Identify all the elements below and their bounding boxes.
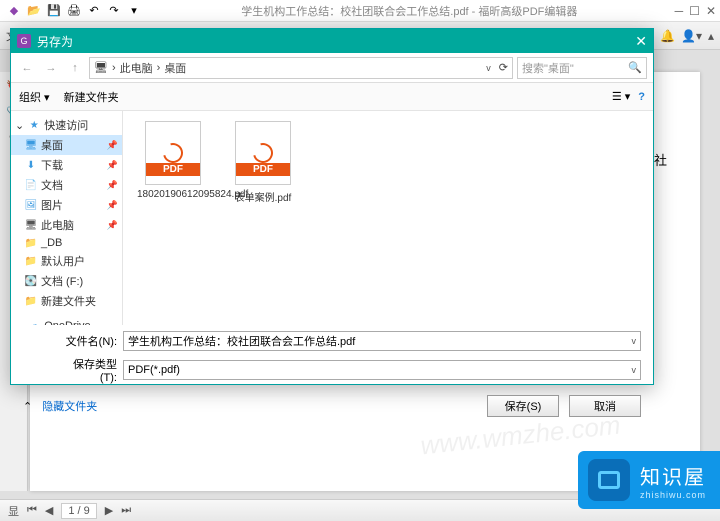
crumb-desktop[interactable]: 桌面 [164, 60, 186, 76]
file-item[interactable]: PDF 表单案例.pdf [227, 121, 299, 204]
redo-icon[interactable]: ↷ [106, 3, 122, 19]
app-icon: ◆ [6, 3, 22, 19]
nav-up-icon[interactable]: ↑ [65, 62, 85, 74]
file-pane[interactable]: PDF 18020190612095824.pdf PDF 表单案例.pdf [123, 111, 653, 325]
maximize-icon[interactable]: ☐ [689, 4, 700, 18]
chevron-down-icon[interactable]: v [632, 336, 637, 346]
page-prev-icon[interactable]: ◀ [45, 504, 53, 517]
view-mode-icon[interactable]: ☰ ▾ [612, 90, 630, 103]
print-icon[interactable]: 🖨 [66, 3, 82, 19]
filetype-select[interactable]: PDF(*.pdf) v [123, 360, 641, 380]
tree-doc-f[interactable]: 💽文档 (F:) [11, 271, 122, 291]
file-name: 表单案例.pdf [227, 189, 299, 204]
brand-badge: 知识屋 zhishiwu.com [578, 451, 720, 509]
dialog-nav: ← → ↑ 🖥 › 此电脑 › 桌面 v ⟳ 搜索"桌面" 🔍 [11, 53, 653, 83]
collapse-ribbon-icon[interactable]: ▴ [708, 29, 714, 43]
filename-input[interactable]: 学生机构工作总结：校社团联合会工作总结.pdf v [123, 331, 641, 351]
file-item[interactable]: PDF 18020190612095824.pdf [137, 121, 209, 200]
filename-label: 文件名(N): [57, 333, 117, 349]
pdf-badge: PDF [236, 163, 290, 176]
breadcrumb[interactable]: 🖥 › 此电脑 › 桌面 v ⟳ [89, 57, 513, 79]
help-icon[interactable]: ? [638, 91, 645, 103]
tree-pictures[interactable]: 🖼图片📌 [11, 195, 122, 215]
new-folder-button[interactable]: 新建文件夹 [64, 89, 119, 105]
nav-back-icon[interactable]: ← [17, 62, 37, 74]
brand-name: 知识屋 [640, 467, 706, 489]
brand-sub: zhishiwu.com [640, 490, 706, 500]
brand-logo-icon [588, 459, 630, 501]
pdf-thumb: PDF [235, 121, 291, 185]
more-icon[interactable]: ▾ [126, 3, 142, 19]
tree-downloads[interactable]: ⬇下载📌 [11, 155, 122, 175]
crumb-thispc[interactable]: 此电脑 [120, 60, 153, 76]
save-icon[interactable]: 💾 [46, 3, 62, 19]
toggle-folders-icon[interactable]: ⌃ [23, 400, 32, 413]
tree-db[interactable]: 📁_DB [11, 235, 122, 251]
app-title: 学生机构工作总结：校社团联合会工作总结.pdf - 福昕高级PDF编辑器 [144, 3, 675, 19]
page-last-icon[interactable]: ⏭ [121, 504, 131, 517]
cancel-button[interactable]: 取消 [569, 395, 641, 417]
tree-default-user[interactable]: 📁默认用户 [11, 251, 122, 271]
crumb-dropdown-icon[interactable]: v [486, 63, 491, 73]
tree-quick-access[interactable]: ⌄★快速访问 [11, 115, 122, 135]
tree-desktop[interactable]: 🖥桌面📌 [11, 135, 122, 155]
filetype-label: 保存类型(T): [57, 356, 117, 384]
dialog-footer: ⌃ 隐藏文件夹 保存(S) 取消 [11, 389, 653, 423]
undo-icon[interactable]: ↶ [86, 3, 102, 19]
organize-button[interactable]: 组织 ▾ [19, 89, 50, 105]
save-as-dialog: G 另存为 ✕ ← → ↑ 🖥 › 此电脑 › 桌面 v ⟳ 搜索"桌面" 🔍 … [10, 28, 654, 385]
dialog-fields: 文件名(N): 学生机构工作总结：校社团联合会工作总结.pdf v 保存类型(T… [11, 325, 653, 384]
tree-documents[interactable]: 📄文档📌 [11, 175, 122, 195]
page-first-icon[interactable]: ⏮ [27, 504, 37, 517]
hide-folders-link[interactable]: 隐藏文件夹 [42, 398, 97, 414]
save-button[interactable]: 保存(S) [487, 395, 559, 417]
search-box[interactable]: 搜索"桌面" 🔍 [517, 57, 647, 79]
tree-new-folder[interactable]: 📁新建文件夹 [11, 291, 122, 311]
user-icon[interactable]: 👤▾ [681, 29, 702, 43]
close-app-icon[interactable]: ✕ [706, 4, 716, 18]
refresh-icon[interactable]: ⟳ [499, 61, 508, 74]
chevron-down-icon[interactable]: v [632, 365, 637, 375]
status-menu[interactable]: 显 [8, 503, 19, 519]
minimize-icon[interactable]: ─ [675, 4, 684, 18]
pdf-badge: PDF [146, 163, 200, 176]
dialog-app-icon: G [17, 34, 31, 48]
nav-forward-icon[interactable]: → [41, 62, 61, 74]
dialog-toolbar: 组织 ▾ 新建文件夹 ☰ ▾ ? [11, 83, 653, 111]
dialog-body: ⌄★快速访问 🖥桌面📌 ⬇下载📌 📄文档📌 🖼图片📌 🖥此电脑📌 📁_DB 📁默… [11, 111, 653, 325]
pdf-thumb: PDF [145, 121, 201, 185]
page-indicator: 1 / 9 [61, 503, 96, 519]
dialog-titlebar: G 另存为 ✕ [11, 29, 653, 53]
open-icon[interactable]: 📂 [26, 3, 42, 19]
search-placeholder: 搜索"桌面" [522, 60, 574, 76]
dialog-title: 另存为 [37, 33, 73, 50]
page-next-icon[interactable]: ▶ [105, 504, 113, 517]
quick-access-toolbar: ◆ 📂 💾 🖨 ↶ ↷ ▾ 学生机构工作总结：校社团联合会工作总结.pdf - … [0, 0, 720, 22]
notify-icon[interactable]: 🔔 [660, 29, 675, 43]
tree-thispc[interactable]: 🖥此电脑📌 [11, 215, 122, 235]
tree-onedrive[interactable]: ⌄☁OneDrive [11, 317, 122, 325]
pc-icon: 🖥 [94, 61, 108, 74]
file-name: 18020190612095824.pdf [137, 189, 209, 200]
dialog-close-icon[interactable]: ✕ [635, 33, 647, 50]
nav-tree: ⌄★快速访问 🖥桌面📌 ⬇下载📌 📄文档📌 🖼图片📌 🖥此电脑📌 📁_DB 📁默… [11, 111, 123, 325]
search-icon[interactable]: 🔍 [628, 61, 642, 74]
